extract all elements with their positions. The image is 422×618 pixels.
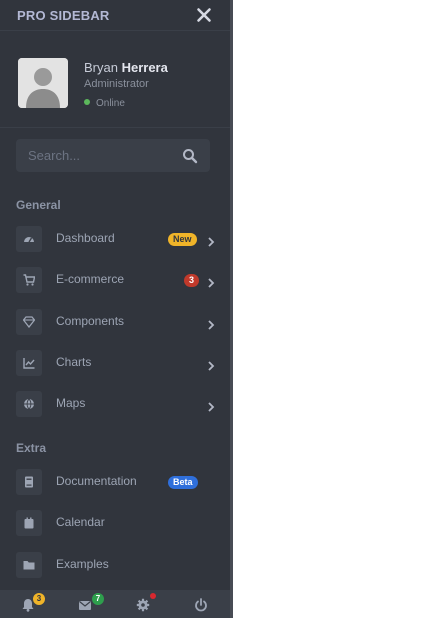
avatar	[18, 58, 68, 108]
chevron-right-icon	[207, 275, 215, 288]
chevron-right-icon	[207, 399, 215, 412]
chevron-right-icon	[207, 358, 215, 371]
sidebar-item-examples[interactable]: Examples	[0, 548, 230, 582]
beta-badge: Beta	[168, 476, 198, 489]
user-first-name: Bryan	[84, 60, 118, 75]
search-box	[16, 139, 210, 172]
messages-button[interactable]: 7	[57, 590, 114, 618]
book-icon	[16, 469, 42, 495]
sidebar-item-charts[interactable]: Charts	[0, 346, 230, 380]
sidebar-item-label: Documentation	[56, 474, 137, 488]
globe-icon	[16, 391, 42, 417]
user-last-name: Herrera	[121, 60, 168, 75]
power-icon	[195, 598, 207, 612]
user-role: Administrator	[84, 78, 149, 90]
status-dot-icon	[84, 99, 90, 105]
shopping-cart-icon	[16, 267, 42, 293]
sidebar-item-label: Dashboard	[56, 231, 115, 245]
chart-line-icon	[16, 350, 42, 376]
sidebar-item-components[interactable]: Components	[0, 305, 230, 339]
sidebar: PRO SIDEBAR Bryan Herrera Administrator …	[0, 0, 233, 618]
sidebar-item-label: Examples	[56, 557, 109, 571]
user-status-label: Online	[96, 98, 125, 109]
sidebar-item-label: Charts	[56, 355, 92, 369]
count-badge: 3	[184, 274, 200, 287]
gear-icon	[136, 598, 150, 612]
section-title-extra: Extra	[16, 441, 47, 455]
sidebar-brand: PRO SIDEBAR	[0, 0, 233, 30]
tachometer-icon	[16, 226, 42, 252]
user-status: Online	[84, 98, 125, 109]
new-badge: New	[168, 233, 197, 246]
sidebar-item-label: E-commerce	[56, 272, 125, 286]
notifications-count-badge: 3	[33, 593, 45, 605]
divider	[0, 127, 230, 128]
folder-icon	[16, 552, 42, 578]
gem-icon	[16, 309, 42, 335]
chevron-right-icon	[207, 317, 215, 330]
settings-button[interactable]	[115, 590, 172, 618]
sidebar-item-label: Maps	[56, 396, 86, 410]
power-button[interactable]	[173, 590, 230, 618]
user-info: Bryan Herrera Administrator Online	[0, 31, 230, 127]
notifications-button[interactable]: 3	[0, 590, 57, 618]
messages-count-badge: 7	[92, 593, 104, 605]
close-icon[interactable]	[196, 7, 212, 23]
sidebar-item-maps[interactable]: Maps	[0, 387, 230, 421]
user-name: Bryan Herrera	[84, 60, 168, 75]
brand-title: PRO SIDEBAR	[17, 8, 110, 23]
settings-alert-dot	[150, 593, 156, 599]
search-icon[interactable]	[182, 148, 198, 164]
sidebar-item-ecommerce[interactable]: E-commerce 3	[0, 263, 230, 297]
sidebar-item-label: Components	[56, 314, 125, 328]
sidebar-item-dashboard[interactable]: Dashboard New	[0, 222, 230, 256]
sidebar-item-label: Calendar	[56, 515, 105, 529]
sidebar-item-documentation[interactable]: Documentation Beta	[0, 465, 230, 499]
envelope-icon	[79, 601, 91, 610]
section-title-general: General	[16, 198, 61, 212]
calendar-icon	[16, 510, 42, 536]
sidebar-footer: 3 7	[0, 590, 230, 618]
chevron-right-icon	[207, 234, 215, 247]
sidebar-item-calendar[interactable]: Calendar	[0, 506, 230, 540]
search-input[interactable]	[16, 139, 176, 172]
